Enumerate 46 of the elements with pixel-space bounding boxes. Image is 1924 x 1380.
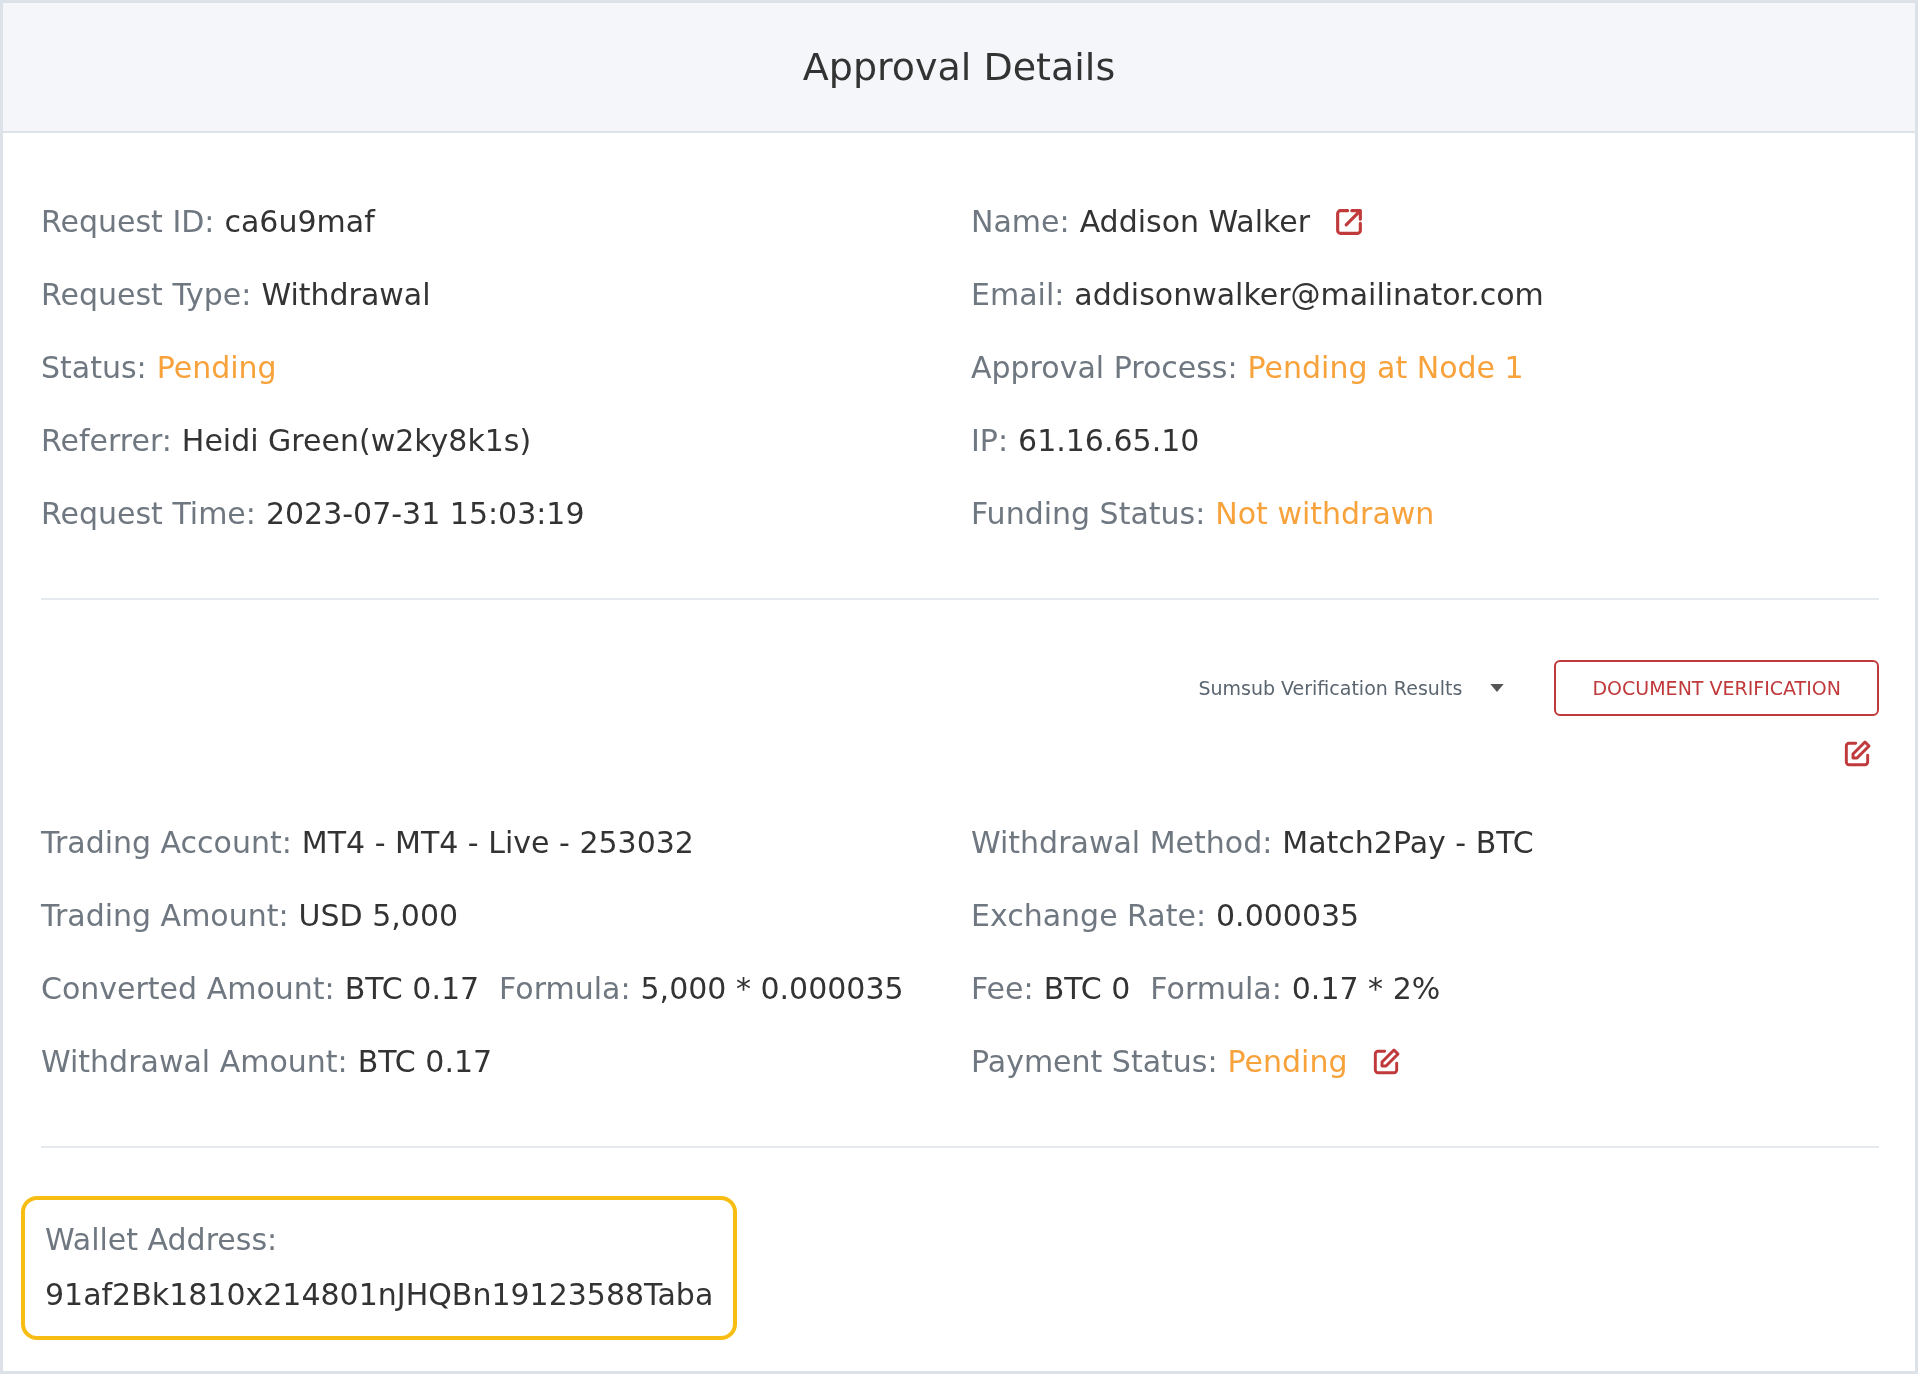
field-value: Heidi Green(w2ky8k1s) xyxy=(181,423,532,458)
field-label: Request Type: xyxy=(41,277,252,312)
field-label: Request ID: xyxy=(41,204,215,239)
field-value: BTC 0.17 xyxy=(357,1044,493,1079)
field-label: IP: xyxy=(971,423,1009,458)
wallet-address: 91af2Bk1810x214801nJHQBn19123588Taba xyxy=(45,1277,715,1312)
field-value: Addison Walker xyxy=(1079,204,1311,239)
wallet-label: Wallet Address: xyxy=(45,1222,279,1257)
field-value: 2023-07-31 15:03:19 xyxy=(265,496,585,531)
formula-value: 0.17 * 2% xyxy=(1291,971,1441,1006)
field-value: Withdrawal xyxy=(261,277,431,312)
field-label: Referrer: xyxy=(41,423,172,458)
verification-dropdown[interactable]: Sumsub Verification Results xyxy=(1198,677,1505,699)
field-value: Pending xyxy=(156,350,277,385)
field-value: MT4 - MT4 - Live - 253032 xyxy=(301,825,694,860)
field-label: Email: xyxy=(971,277,1065,312)
field-label: Exchange Rate: xyxy=(971,898,1207,933)
field-label: Funding Status: xyxy=(971,496,1206,531)
field-label: Status: xyxy=(41,350,147,385)
field-label: Withdrawal Amount: xyxy=(41,1044,348,1079)
field-label: Approval Process: xyxy=(971,350,1238,385)
field-value: BTC 0.17 xyxy=(344,971,480,1006)
field-label: Withdrawal Method: xyxy=(971,825,1273,860)
field-label: Name: xyxy=(971,204,1070,239)
field-value: USD 5,000 xyxy=(298,898,459,933)
field-label: Trading Amount: xyxy=(41,898,289,933)
field-value: Match2Pay - BTC xyxy=(1282,825,1534,860)
field-label: Payment Status: xyxy=(971,1044,1218,1079)
formula-label: Formula: xyxy=(499,971,631,1006)
field-value: Not withdrawn xyxy=(1215,496,1435,531)
formula-label: Formula: xyxy=(1150,971,1282,1006)
field-value: 61.16.65.10 xyxy=(1018,423,1200,458)
formula-value: 5,000 * 0.000035 xyxy=(640,971,904,1006)
field-value: 0.000035 xyxy=(1216,898,1360,933)
field-value: Pending at Node 1 xyxy=(1247,350,1524,385)
field-value: Pending xyxy=(1227,1044,1348,1079)
field-label: Trading Account: xyxy=(41,825,292,860)
dialog-title: Approval Details xyxy=(802,45,1116,89)
field-value: ca6u9maf xyxy=(224,204,375,239)
field-label: Request Time: xyxy=(41,496,256,531)
field-value: addisonwalker@mailinator.com xyxy=(1074,277,1544,312)
field-label: Converted Amount: xyxy=(41,971,335,1006)
document-verification-button[interactable]: DOCUMENT VERIFICATION xyxy=(1554,660,1879,716)
field-value: BTC 0 xyxy=(1043,971,1131,1006)
field-label: Fee: xyxy=(971,971,1034,1006)
caret-icon xyxy=(1490,684,1505,692)
